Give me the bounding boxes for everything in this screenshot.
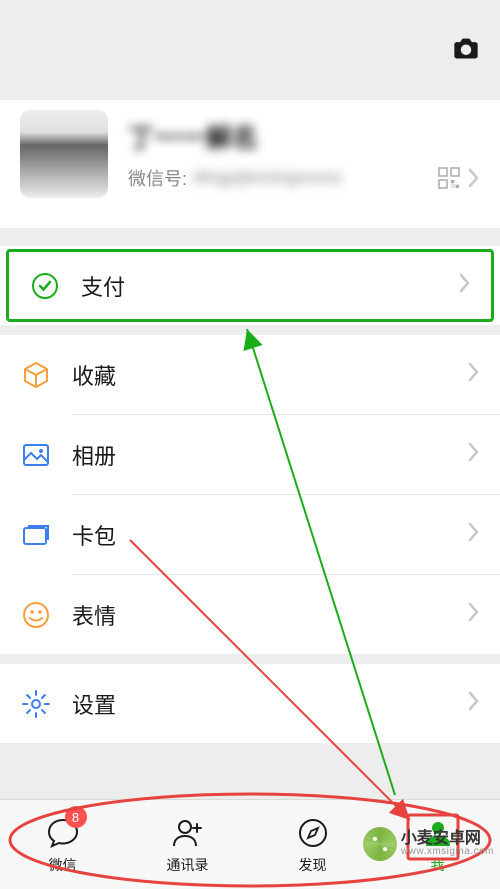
wechat-id-value: dingyijiemingxxxxx	[193, 167, 432, 188]
chevron-right-icon	[466, 689, 480, 718]
chevron-right-icon	[457, 271, 471, 300]
camera-icon[interactable]	[452, 35, 480, 66]
settings-icon	[20, 688, 52, 720]
header	[0, 0, 500, 100]
chevron-right-icon	[466, 166, 480, 190]
contacts-icon	[170, 815, 206, 851]
profile-section[interactable]: 丁一一解名 微信号: dingyijiemingxxxxx	[0, 100, 500, 228]
chevron-right-icon	[466, 360, 480, 389]
menu-item-cards[interactable]: 卡包	[0, 495, 500, 574]
favorites-icon	[20, 359, 52, 391]
tab-me[interactable]: 我	[375, 800, 500, 889]
tabbar: 8 微信 通讯录 发现 我	[0, 799, 500, 889]
menu-label: 设置	[72, 688, 466, 720]
menu-label: 相册	[72, 439, 466, 471]
menu-item-pay[interactable]: 支付	[6, 249, 494, 322]
menu-item-album[interactable]: 相册	[0, 415, 500, 494]
me-icon	[420, 815, 456, 851]
menu-label: 表情	[72, 599, 466, 631]
qrcode-icon[interactable]	[438, 167, 460, 189]
menu-label: 支付	[81, 270, 457, 302]
tab-label: 发现	[299, 855, 327, 875]
stickers-icon	[20, 599, 52, 631]
profile-name: 丁一一解名	[128, 118, 480, 155]
discover-icon	[295, 815, 331, 851]
menu-item-favorites[interactable]: 收藏	[0, 335, 500, 414]
chevron-right-icon	[466, 600, 480, 629]
album-icon	[20, 439, 52, 471]
pay-icon	[29, 270, 61, 302]
menu-label: 收藏	[72, 359, 466, 391]
tab-label: 微信	[49, 855, 77, 875]
chat-badge: 8	[65, 806, 87, 828]
tab-label: 通讯录	[167, 855, 209, 875]
tab-discover[interactable]: 发现	[250, 800, 375, 889]
tab-chats[interactable]: 8 微信	[0, 800, 125, 889]
menu-label: 卡包	[72, 519, 466, 551]
tab-label: 我	[431, 855, 445, 875]
chevron-right-icon	[466, 520, 480, 549]
chevron-right-icon	[466, 440, 480, 469]
cards-icon	[20, 519, 52, 551]
profile-info: 丁一一解名 微信号: dingyijiemingxxxxx	[128, 118, 480, 191]
menu-item-settings[interactable]: 设置	[0, 664, 500, 743]
tab-contacts[interactable]: 通讯录	[125, 800, 250, 889]
wechat-id-label: 微信号:	[128, 165, 187, 191]
menu-item-stickers[interactable]: 表情	[0, 575, 500, 654]
avatar	[20, 110, 108, 198]
